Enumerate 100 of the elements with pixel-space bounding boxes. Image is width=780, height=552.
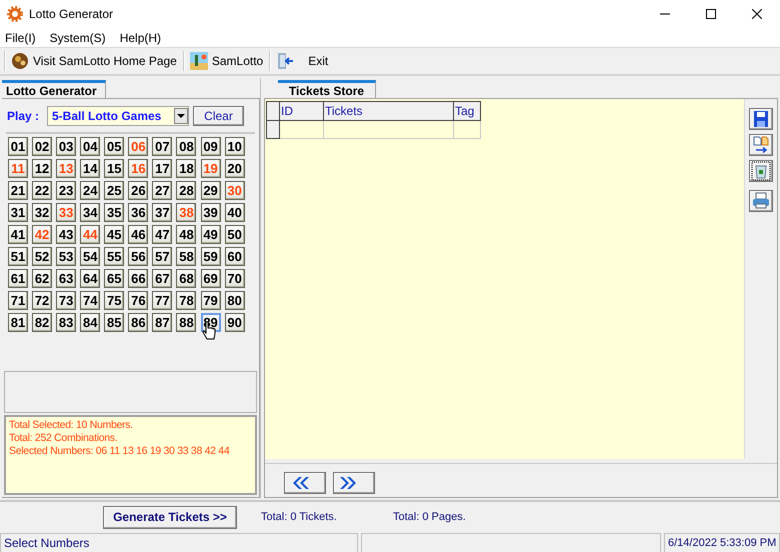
- menu-item[interactable]: System(S): [44, 28, 111, 46]
- tab[interactable]: Lotto Generator: [2, 80, 106, 98]
- number-button[interactable]: 45: [104, 225, 124, 244]
- number-button[interactable]: 21: [8, 181, 28, 200]
- number-button[interactable]: 20: [224, 159, 245, 178]
- number-button[interactable]: 87: [152, 313, 172, 332]
- number-button[interactable]: 73: [56, 291, 76, 310]
- number-button[interactable]: 37: [152, 203, 172, 222]
- number-button[interactable]: 72: [32, 291, 52, 310]
- number-button[interactable]: 76: [128, 291, 148, 310]
- number-button[interactable]: 08: [176, 137, 196, 156]
- number-button[interactable]: 68: [176, 269, 196, 288]
- number-button[interactable]: 64: [80, 269, 100, 288]
- number-button[interactable]: 32: [32, 203, 52, 222]
- maximize-icon[interactable]: [706, 9, 716, 19]
- number-button[interactable]: 69: [200, 269, 221, 288]
- number-button[interactable]: 18: [176, 159, 196, 178]
- number-button[interactable]: 15: [104, 159, 124, 178]
- close-icon[interactable]: [752, 9, 762, 19]
- number-button[interactable]: 81: [8, 313, 28, 332]
- number-button[interactable]: 48: [176, 225, 196, 244]
- number-button[interactable]: 26: [128, 181, 148, 200]
- number-button[interactable]: 36: [128, 203, 148, 222]
- number-button[interactable]: 62: [32, 269, 52, 288]
- double-right-arrow-icon: [340, 476, 358, 488]
- number-button[interactable]: 25: [104, 181, 124, 200]
- number-button[interactable]: 77: [152, 291, 172, 310]
- number-button[interactable]: 05: [104, 137, 124, 156]
- number-button[interactable]: 02: [32, 137, 52, 156]
- number-button[interactable]: 71: [8, 291, 28, 310]
- number-button[interactable]: 43: [56, 225, 76, 244]
- toolbar-button[interactable]: SamLotto: [188, 49, 266, 73]
- number-button[interactable]: 55: [104, 247, 124, 266]
- tab[interactable]: Tickets Store: [278, 80, 376, 98]
- number-button[interactable]: 24: [80, 181, 100, 200]
- number-button[interactable]: 29: [200, 181, 221, 200]
- side-button[interactable]: [749, 108, 773, 130]
- number-button[interactable]: 63: [56, 269, 76, 288]
- number-button[interactable]: 34: [80, 203, 100, 222]
- number-button[interactable]: 40: [224, 203, 245, 222]
- number-button[interactable]: 49: [200, 225, 221, 244]
- number-button[interactable]: 14: [80, 159, 100, 178]
- number-button[interactable]: 78: [176, 291, 196, 310]
- column-header: ID: [280, 102, 324, 120]
- number-button[interactable]: 57: [152, 247, 172, 266]
- number-button[interactable]: 09: [200, 137, 221, 156]
- number-button[interactable]: 23: [56, 181, 76, 200]
- number-button[interactable]: 22: [32, 181, 52, 200]
- recycle-bin-icon: [751, 161, 771, 181]
- number-button[interactable]: 52: [32, 247, 52, 266]
- game-dropdown[interactable]: 5-Ball Lotto Games: [47, 106, 189, 126]
- number-button[interactable]: 46: [128, 225, 148, 244]
- number-button[interactable]: 31: [8, 203, 28, 222]
- number-button[interactable]: 12: [32, 159, 52, 178]
- number-button[interactable]: 59: [200, 247, 221, 266]
- number-button[interactable]: 50: [224, 225, 245, 244]
- number-button[interactable]: 66: [128, 269, 148, 288]
- number-button[interactable]: 41: [8, 225, 28, 244]
- number-button[interactable]: 88: [176, 313, 196, 332]
- number-button[interactable]: 27: [152, 181, 172, 200]
- number-button[interactable]: 28: [176, 181, 196, 200]
- number-button[interactable]: 56: [128, 247, 148, 266]
- number-button[interactable]: 80: [224, 291, 245, 310]
- number-button[interactable]: 51: [8, 247, 28, 266]
- number-button[interactable]: 84: [80, 313, 100, 332]
- generate-tickets-button[interactable]: Generate Tickets >>: [103, 506, 237, 528]
- number-button[interactable]: 01: [8, 137, 28, 156]
- number-button[interactable]: 54: [80, 247, 100, 266]
- side-button[interactable]: [749, 134, 773, 156]
- number-button[interactable]: 47: [152, 225, 172, 244]
- toolbar-button[interactable]: Exit: [274, 49, 334, 73]
- number-button[interactable]: 82: [32, 313, 52, 332]
- number-button[interactable]: 90: [224, 313, 245, 332]
- menu-item[interactable]: File(I): [0, 28, 41, 46]
- number-button[interactable]: 04: [80, 137, 100, 156]
- number-button[interactable]: 58: [176, 247, 196, 266]
- number-button[interactable]: 10: [224, 137, 245, 156]
- number-button[interactable]: 79: [200, 291, 221, 310]
- number-button[interactable]: 60: [224, 247, 245, 266]
- toolbar-button[interactable]: Visit SamLotto Home Page: [9, 49, 179, 73]
- previous-page-button[interactable]: [284, 472, 326, 494]
- number-button[interactable]: 85: [104, 313, 124, 332]
- number-button[interactable]: 39: [200, 203, 221, 222]
- number-button[interactable]: 07: [152, 137, 172, 156]
- number-button[interactable]: 17: [152, 159, 172, 178]
- number-button[interactable]: 70: [224, 269, 245, 288]
- side-button[interactable]: [749, 160, 773, 182]
- menu-item[interactable]: Help(H): [114, 28, 166, 46]
- number-button[interactable]: 83: [56, 313, 76, 332]
- number-button[interactable]: 35: [104, 203, 124, 222]
- number-button[interactable]: 86: [128, 313, 148, 332]
- number-button[interactable]: 65: [104, 269, 124, 288]
- number-button[interactable]: 03: [56, 137, 76, 156]
- number-button[interactable]: 67: [152, 269, 172, 288]
- number-button[interactable]: 53: [56, 247, 76, 266]
- next-page-button[interactable]: [333, 472, 375, 494]
- clear-button[interactable]: Clear: [193, 106, 244, 126]
- number-button[interactable]: 61: [8, 269, 28, 288]
- number-button[interactable]: 74: [80, 291, 100, 310]
- number-button[interactable]: 75: [104, 291, 124, 310]
